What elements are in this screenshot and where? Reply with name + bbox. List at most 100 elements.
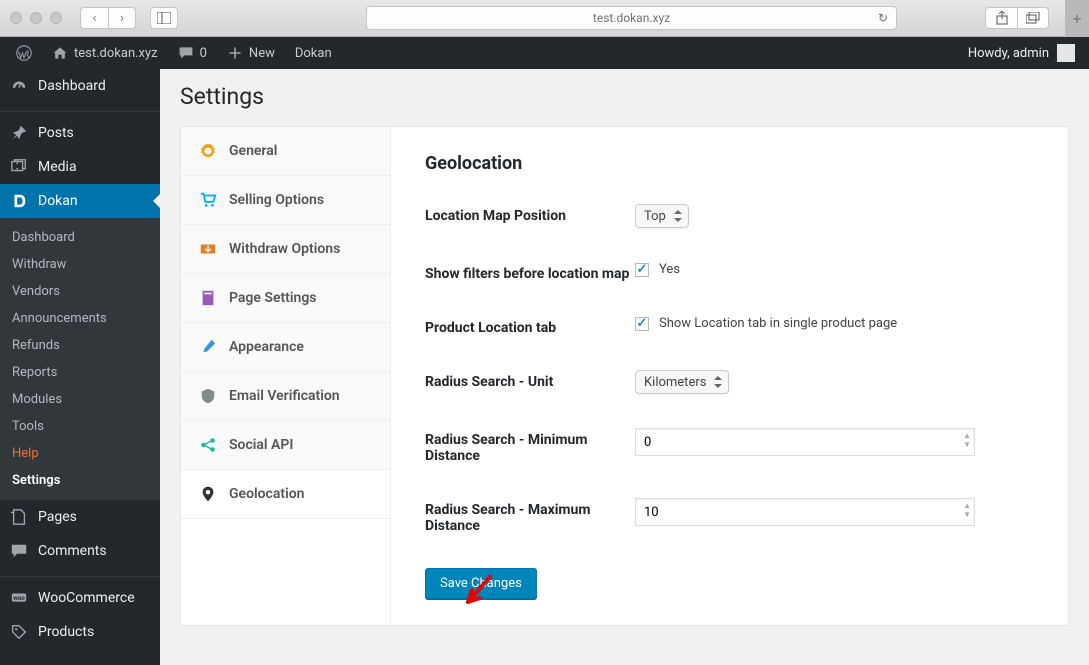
row-show-filters: Show filters before location map ✓ Yes [425,262,1034,282]
menu-media[interactable]: Media [0,150,160,184]
submenu-tools[interactable]: Tools [0,413,160,440]
tab-label: Withdraw Options [229,241,340,257]
input-radius-min[interactable] [635,428,975,456]
window-controls [10,12,62,24]
page-icon [199,289,217,307]
wp-logo-button[interactable] [8,37,40,69]
page-title: Settings [180,83,1069,110]
submenu-settings[interactable]: Settings [0,467,160,494]
submenu-withdraw[interactable]: Withdraw [0,251,160,278]
tabs-button[interactable] [1017,7,1049,29]
close-window-button[interactable] [10,12,22,24]
submenu-vendors[interactable]: Vendors [0,278,160,305]
section-title: Geolocation [425,153,1034,174]
settings-panel: General Selling Options Withdraw Options… [180,126,1069,626]
woocommerce-icon: woo [10,589,28,607]
submenu-reports[interactable]: Reports [0,359,160,386]
new-content-button[interactable]: New [219,37,283,69]
gear-icon [199,142,217,160]
menu-label: Media [38,159,77,175]
comments-button[interactable]: 0 [170,37,215,69]
tab-appearance[interactable]: Appearance [181,323,390,372]
back-button[interactable]: ‹ [80,7,108,29]
row-radius-unit: Radius Search - Unit Kilometers [425,370,1034,394]
tab-label: General [229,143,277,159]
menu-dokan[interactable]: Dokan [0,184,160,218]
tab-label: Geolocation [229,486,304,502]
tab-general[interactable]: General [181,127,390,176]
cart-icon [199,191,217,209]
content-area: Settings General Selling Options Withdra… [160,69,1089,665]
label-radius-max: Radius Search - Maximum Distance [425,498,635,534]
site-home-button[interactable]: test.dokan.xyz [44,37,166,69]
stepper-icon[interactable]: ▲▼ [963,431,971,449]
forward-button[interactable]: › [108,7,136,29]
menu-posts[interactable]: Posts [0,116,160,150]
menu-woocommerce[interactable]: woo WooCommerce [0,581,160,615]
share-icon [199,436,217,454]
submenu-dashboard[interactable]: Dashboard [0,224,160,251]
new-tab-button[interactable]: + [1065,0,1089,37]
zoom-window-button[interactable] [50,12,62,24]
show-sidebar-button[interactable] [150,7,178,29]
submenu-announcements[interactable]: Announcements [0,305,160,332]
checkbox-product-tab[interactable]: ✓ [635,317,649,331]
menu-label: Dashboard [38,78,106,94]
submenu-help[interactable]: Help [0,440,160,467]
dokan-menu-button[interactable]: Dokan [287,37,340,69]
label-product-tab: Product Location tab [425,316,635,336]
tab-social-api[interactable]: Social API [181,421,390,470]
minimize-window-button[interactable] [30,12,42,24]
tab-label: Appearance [229,339,304,355]
select-value: Top [644,209,666,224]
pin-icon [10,124,28,142]
menu-label: Comments [38,543,107,559]
dashboard-icon [10,77,28,95]
location-icon [199,485,217,503]
tab-page-settings[interactable]: Page Settings [181,274,390,323]
save-button[interactable]: Save Changes [425,568,537,599]
select-map-position[interactable]: Top [635,204,689,228]
select-radius-unit[interactable]: Kilometers [635,370,729,394]
row-radius-max: Radius Search - Maximum Distance ▲▼ [425,498,1034,534]
settings-body: Geolocation Location Map Position Top Sh… [391,127,1068,625]
checkbox-show-filters[interactable]: ✓ [635,263,649,277]
menu-label: Posts [38,125,74,141]
wp-admin-bar: test.dokan.xyz 0 New Dokan Howdy, admin [0,37,1089,69]
user-menu[interactable]: Howdy, admin [968,44,1081,62]
menu-label: Dokan [38,193,78,209]
label-map-position: Location Map Position [425,204,635,224]
site-name: test.dokan.xyz [74,46,158,61]
tab-geolocation[interactable]: Geolocation [181,470,390,519]
url-text: test.dokan.xyz [593,11,670,25]
tab-email-verification[interactable]: Email Verification [181,372,390,421]
tab-selling[interactable]: Selling Options [181,176,390,225]
comments-count: 0 [200,46,207,61]
dokan-icon [10,192,28,210]
share-button[interactable] [985,7,1017,29]
tab-label: Social API [229,437,293,453]
input-radius-max[interactable] [635,498,975,526]
media-icon [10,158,28,176]
tab-label: Page Settings [229,290,317,306]
stepper-icon[interactable]: ▲▼ [963,501,971,519]
svg-text:woo: woo [13,594,25,602]
menu-dashboard[interactable]: Dashboard [0,69,160,103]
option-label: Yes [659,262,680,277]
menu-label: Pages [38,509,77,525]
menu-label: WooCommerce [38,590,135,606]
tab-withdraw[interactable]: Withdraw Options [181,225,390,274]
address-bar[interactable]: test.dokan.xyz ↻ [366,6,897,30]
menu-products[interactable]: Products [0,615,160,649]
submenu-modules[interactable]: Modules [0,386,160,413]
dokan-submenu: Dashboard Withdraw Vendors Announcements… [0,218,160,500]
shield-icon [199,387,217,405]
submenu-refunds[interactable]: Refunds [0,332,160,359]
reload-icon[interactable]: ↻ [878,11,888,25]
wp-admin-sidebar: Dashboard Posts Media Dokan Dashboard Wi… [0,69,160,665]
comments-icon [10,542,28,560]
menu-comments[interactable]: Comments [0,534,160,568]
row-map-position: Location Map Position Top [425,204,1034,228]
howdy-text: Howdy, admin [968,46,1049,61]
menu-pages[interactable]: Pages [0,500,160,534]
